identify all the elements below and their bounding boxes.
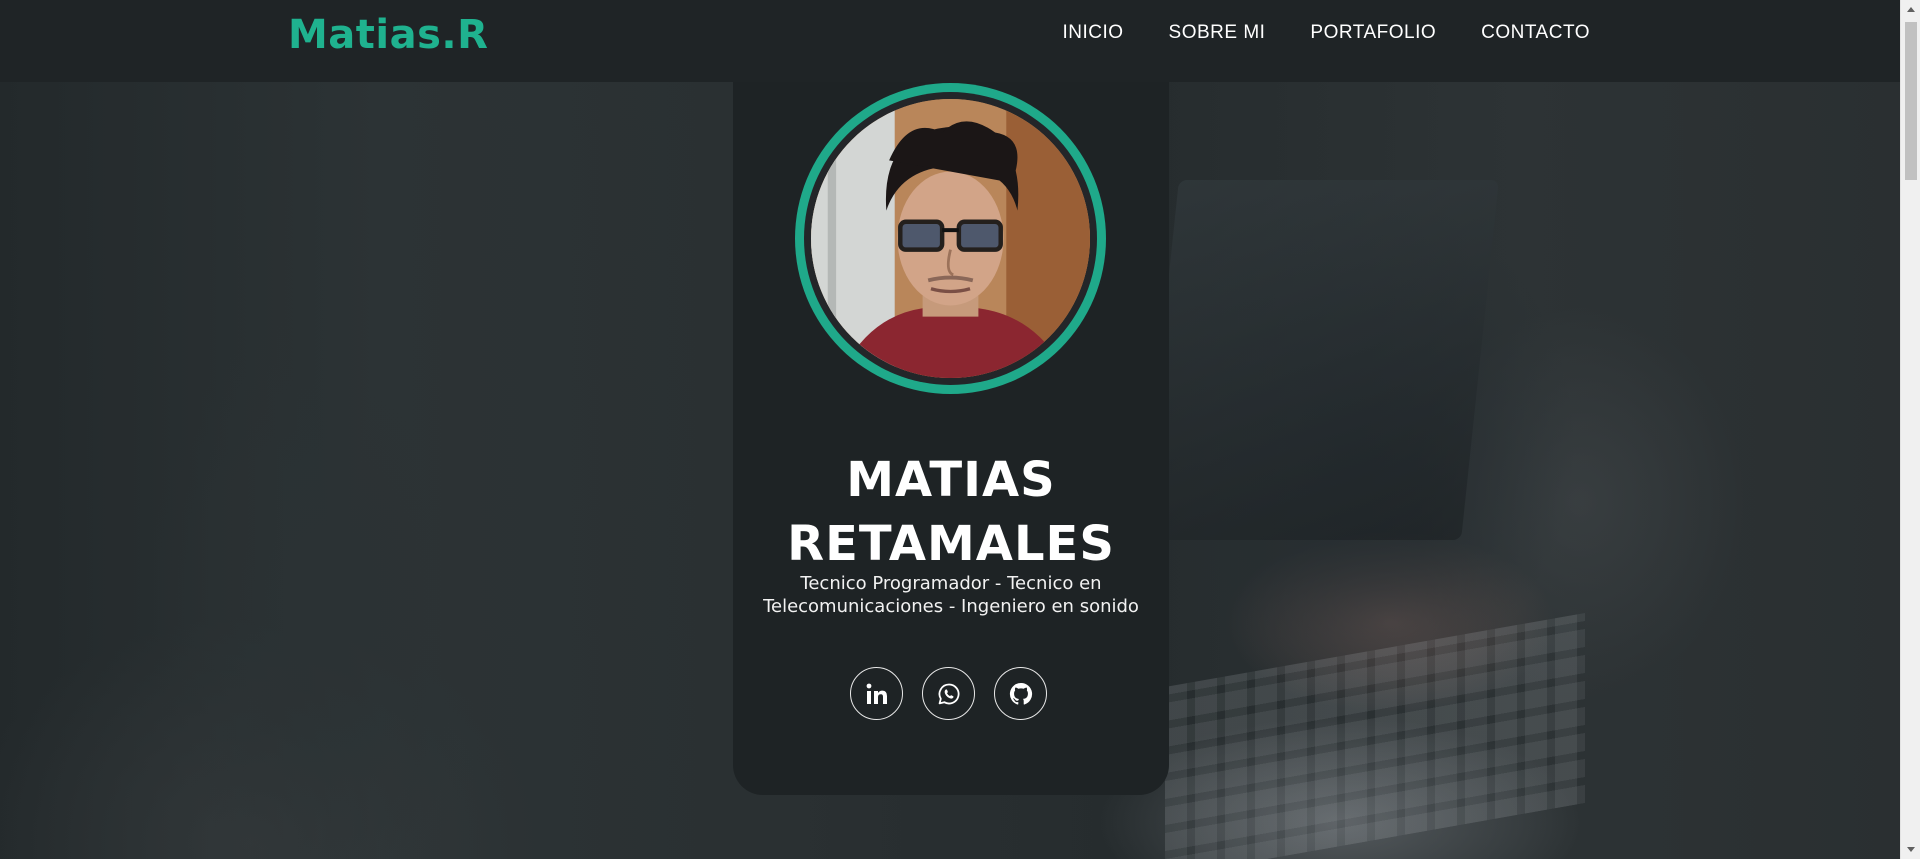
scroll-up-arrow-icon[interactable] — [1905, 3, 1917, 15]
profile-subtitle-line2: Telecomunicaciones - Ingeniero en sonido — [763, 596, 1139, 617]
site-header: Matias.R INICIO SOBRE MI PORTAFOLIO CONT… — [0, 0, 1900, 82]
scroll-down-arrow-icon[interactable] — [1905, 844, 1917, 856]
avatar-ring — [795, 83, 1106, 394]
background-laptop-shape — [1141, 180, 1499, 540]
github-button[interactable] — [994, 667, 1047, 720]
page-scrollbar[interactable] — [1900, 0, 1920, 859]
main-nav: INICIO SOBRE MI PORTAFOLIO CONTACTO — [1062, 22, 1590, 44]
nav-item-inicio[interactable]: INICIO — [1062, 22, 1123, 44]
profile-subtitle: Tecnico Programador - Tecnico en Telecom… — [748, 572, 1154, 618]
profile-name-line1: MATIAS — [846, 452, 1056, 508]
whatsapp-button[interactable] — [922, 667, 975, 720]
profile-subtitle-line1: Tecnico Programador - Tecnico en — [800, 573, 1102, 594]
nav-item-sobre-mi[interactable]: SOBRE MI — [1169, 22, 1266, 44]
linkedin-button[interactable] — [850, 667, 903, 720]
nav-item-contacto[interactable]: CONTACTO — [1481, 22, 1590, 44]
social-links — [850, 667, 1047, 720]
nav-item-portafolio[interactable]: PORTAFOLIO — [1310, 22, 1436, 44]
linkedin-icon — [866, 683, 887, 704]
avatar-photo — [811, 99, 1090, 378]
portrait-illustration — [811, 99, 1090, 378]
profile-name-line2: RETAMALES — [787, 516, 1115, 572]
whatsapp-icon — [938, 683, 959, 704]
github-icon — [1009, 682, 1032, 705]
profile-name: MATIAS RETAMALES — [733, 448, 1169, 576]
scrollbar-thumb[interactable] — [1905, 22, 1917, 180]
site-logo[interactable]: Matias.R — [288, 12, 488, 58]
